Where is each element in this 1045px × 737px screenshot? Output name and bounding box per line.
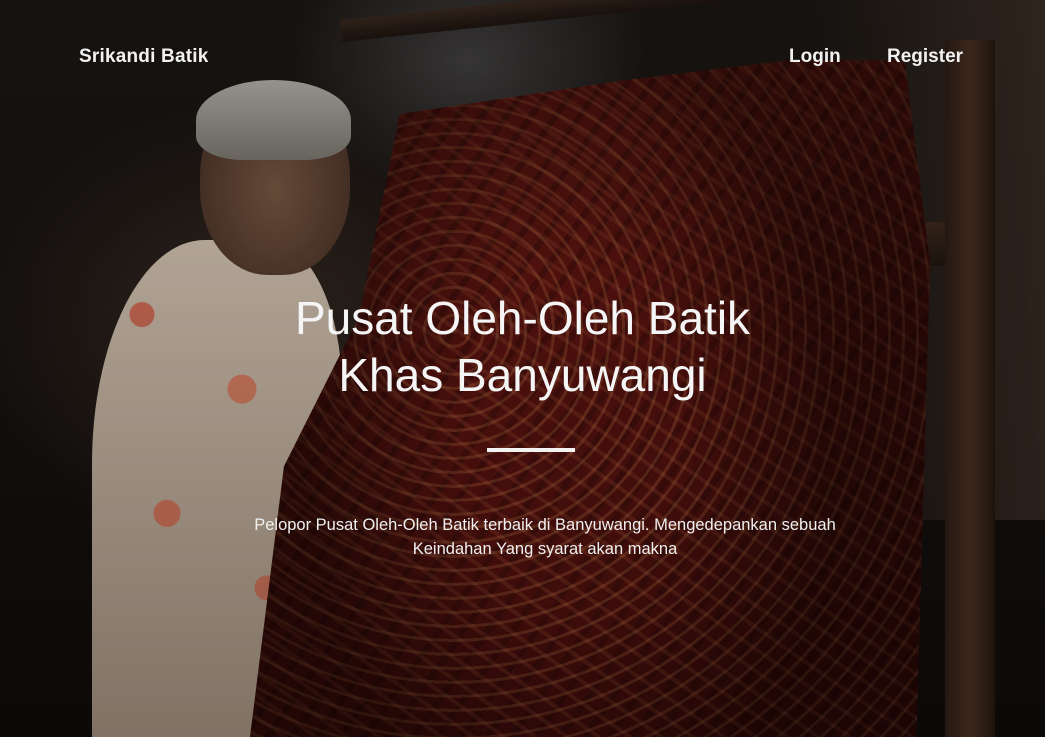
headline-divider — [487, 448, 575, 452]
hero-subtitle: Pelopor Pusat Oleh-Oleh Batik terbaik di… — [0, 513, 1045, 561]
hero-subtitle-line1: Pelopor Pusat Oleh-Oleh Batik terbaik di… — [254, 516, 836, 534]
login-link[interactable]: Login — [789, 46, 841, 68]
hero-headline-line2: Khas Banyuwangi — [338, 349, 707, 401]
hero-subtitle-line2: Keindahan Yang syarat akan makna — [412, 540, 678, 558]
register-link[interactable]: Register — [887, 46, 963, 68]
hero-headline: Pusat Oleh-Oleh Batik Khas Banyuwangi — [0, 290, 1045, 404]
hero-headline-line1: Pusat Oleh-Oleh Batik — [294, 292, 751, 344]
brand-logo[interactable]: Srikandi Batik — [79, 46, 209, 68]
hero-section: Srikandi Batik Login Register Pusat Oleh… — [0, 0, 1045, 737]
